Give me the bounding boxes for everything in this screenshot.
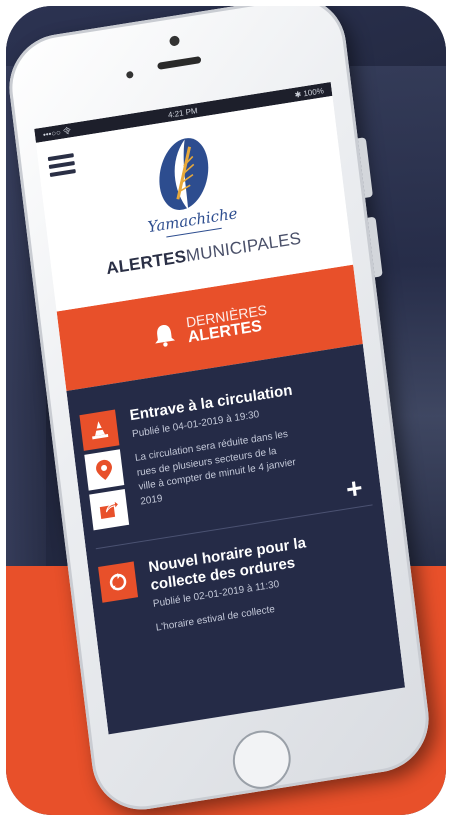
alert-body: La circulation sera réduite dans les rue… (134, 428, 297, 508)
app-screen: •••○○ 令 4:21 PM ✱ 100% Yamachiche ALERTE… (34, 81, 406, 735)
traffic-cone-icon (79, 409, 120, 451)
home-button[interactable] (229, 726, 294, 794)
menu-icon[interactable] (47, 153, 76, 177)
alert-content: Entrave à la circulation Publié le 04-01… (129, 374, 351, 522)
promo-frame: •••○○ 令 4:21 PM ✱ 100% Yamachiche ALERTE… (6, 6, 446, 815)
banner-text: DERNIÈRES ALERTES (185, 302, 270, 347)
leaf-logo-icon (159, 138, 209, 210)
app-title-light: MUNICIPALES (184, 228, 303, 266)
front-camera (168, 35, 181, 47)
app-title-bold: ALERTES (105, 246, 188, 279)
bell-icon (155, 324, 176, 347)
volume-button (357, 137, 373, 198)
share-icon[interactable] (89, 488, 130, 531)
alert-actions (79, 409, 131, 531)
map-pin-icon[interactable] (84, 449, 125, 491)
alert-content: Nouvel horaire pour la collecte des ordu… (147, 526, 364, 636)
sensor-dot (125, 70, 134, 79)
recycle-icon (98, 561, 139, 603)
alerts-list: Entrave à la circulation Publié le 04-01… (66, 343, 406, 735)
power-button (367, 216, 383, 278)
app-title: ALERTESMUNICIPALES (89, 226, 319, 282)
alert-actions (98, 561, 145, 644)
earpiece-speaker (157, 56, 202, 70)
alert-item[interactable]: Entrave à la circulation Publié le 04-01… (70, 370, 381, 532)
plus-icon[interactable]: + (344, 472, 364, 506)
alert-item[interactable]: Nouvel horaire pour la collecte des ordu… (88, 522, 394, 646)
